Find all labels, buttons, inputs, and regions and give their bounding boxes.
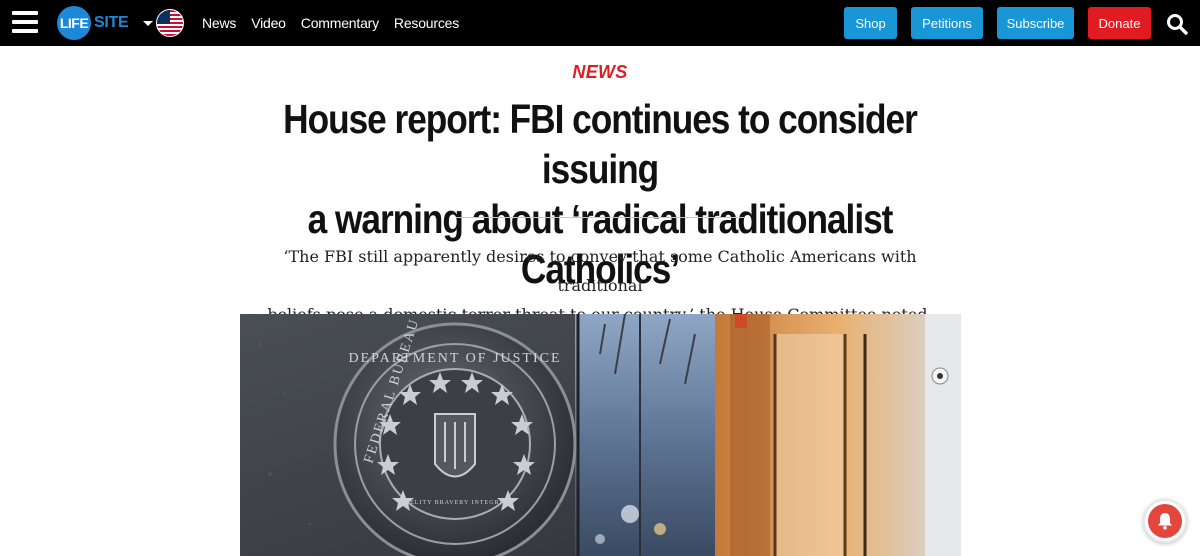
hero-image: DEPARTMENT OF JUSTICE FEDERAL BUREAU OF … (240, 314, 961, 556)
seal-top-text: DEPARTMENT OF JUSTICE (348, 351, 561, 366)
country-selector[interactable] (143, 8, 184, 38)
petitions-button[interactable]: Petitions (911, 7, 983, 39)
primary-nav: News Video Commentary Resources (202, 0, 459, 46)
us-flag-icon (156, 9, 184, 37)
seal-motto: FIDELITY BRAVERY INTEGRITY (397, 500, 512, 506)
section-label[interactable]: NEWS (0, 62, 1200, 83)
nav-link-resources[interactable]: Resources (394, 15, 459, 31)
divider (456, 217, 745, 218)
bell-icon (1158, 513, 1172, 530)
logo-mark: LIFE (57, 6, 91, 40)
shop-button[interactable]: Shop (844, 7, 897, 39)
logo-text: SITE (94, 14, 129, 31)
nav-link-video[interactable]: Video (251, 15, 286, 31)
search-icon[interactable] (1166, 13, 1188, 35)
menu-icon[interactable] (12, 11, 38, 33)
fbi-seal: DEPARTMENT OF JUSTICE FEDERAL BUREAU OF … (333, 314, 577, 556)
donate-button[interactable]: Donate (1088, 7, 1151, 39)
nav-link-commentary[interactable]: Commentary (301, 15, 379, 31)
nav-link-news[interactable]: News (202, 15, 236, 31)
chevron-down-icon (143, 20, 153, 26)
site-logo[interactable]: LIFE SITE (57, 6, 129, 40)
headline-line-1: House report: FBI continues to consider … (283, 96, 918, 192)
subscribe-button[interactable]: Subscribe (997, 7, 1074, 39)
dek-line-1: ‘The FBI still apparently desires to con… (283, 247, 917, 295)
top-navigation-bar: LIFE SITE News Video Commentary Resource… (0, 0, 1200, 46)
notification-bell-button[interactable] (1143, 499, 1187, 543)
